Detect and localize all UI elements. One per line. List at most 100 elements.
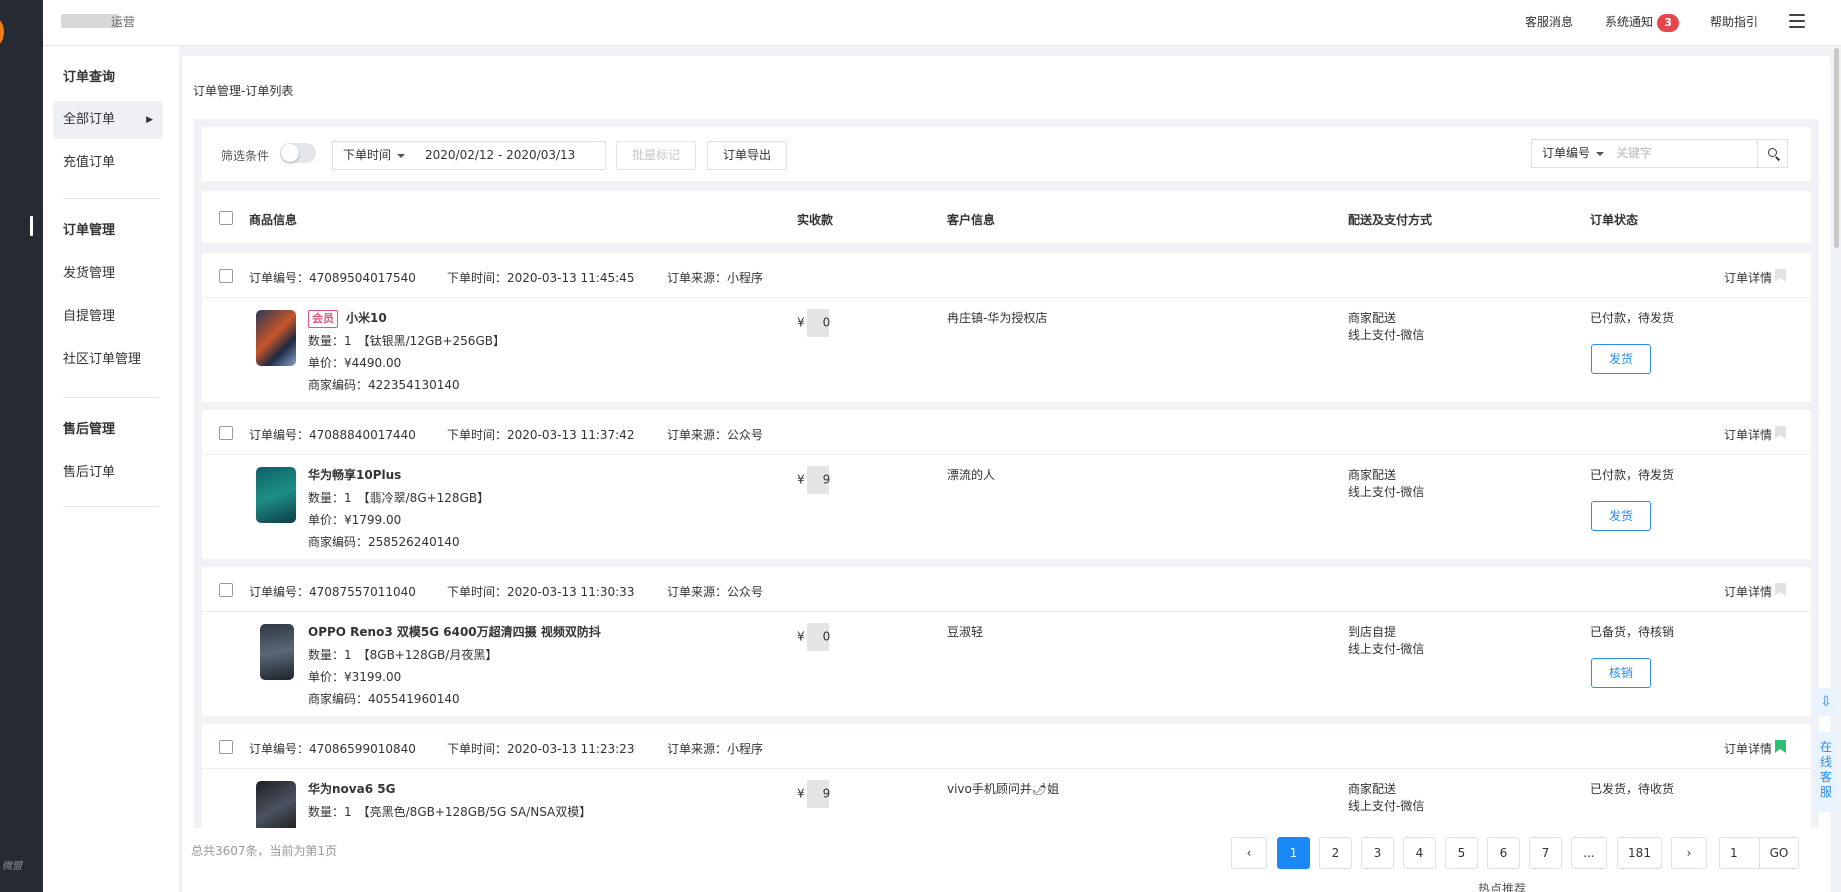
toggle-knob — [281, 144, 299, 162]
online-service-button[interactable]: 在线客服 — [1814, 732, 1838, 812]
order-status: 已付款，待发货 — [1590, 311, 1675, 325]
search-input[interactable]: 关键字 — [1606, 139, 1758, 168]
ship-button[interactable]: 发货 — [1591, 501, 1651, 531]
col-delivery-payment: 配送及支付方式 — [1348, 213, 1433, 227]
order-detail-link[interactable]: 订单详情 — [1724, 426, 1772, 443]
flag-icon[interactable] — [1775, 583, 1786, 596]
flag-icon[interactable] — [1775, 426, 1786, 439]
ship-button[interactable]: 发货 — [1591, 344, 1651, 374]
page-jump-input[interactable]: 1 — [1719, 837, 1759, 869]
page-181[interactable]: 181 — [1617, 837, 1662, 869]
order-number: 订单编号：47088840017440 — [249, 428, 416, 442]
search-button[interactable] — [1757, 139, 1788, 168]
prev-page-button[interactable]: ‹ — [1231, 837, 1267, 869]
col-customer: 客户信息 — [947, 213, 996, 227]
order-row: 订单编号：47087557011040 下单时间：2020-03-13 11:3… — [202, 567, 1811, 716]
nav-item-recharge-orders[interactable]: 充值订单 — [53, 144, 163, 182]
col-paid: 实收款 — [797, 213, 834, 227]
order-header: 订单编号：47086599010840 下单时间：2020-03-13 11:2… — [202, 724, 1811, 769]
table-header: 商品信息 实收款 客户信息 配送及支付方式 订单状态 — [202, 191, 1811, 243]
page-ellipsis[interactable]: ... — [1571, 837, 1607, 869]
product-name[interactable]: OPPO Reno3 双模5G 6400万超清四摄 视频双防抖 — [308, 623, 601, 640]
page-3[interactable]: 3 — [1361, 837, 1394, 869]
page-4[interactable]: 4 — [1403, 837, 1436, 869]
page-go-button[interactable]: GO — [1759, 837, 1799, 869]
order-time: 下单时间：2020-03-13 11:37:42 — [447, 428, 635, 442]
help-link[interactable]: 帮助指引 — [1710, 13, 1758, 30]
system-notice-label: 系统通知 — [1605, 15, 1654, 29]
top-bar: 运营 客服消息 系统通知 3 帮助指引 — [43, 0, 1841, 46]
product-merchant-code: 商家编码：422354130140 — [308, 378, 460, 392]
nav-item-shipping[interactable]: 发货管理 — [53, 255, 163, 293]
page-scrollbar[interactable] — [1834, 48, 1839, 248]
flag-icon[interactable] — [1775, 269, 1786, 282]
order-header: 订单编号：47089504017540 下单时间：2020-03-13 11:4… — [202, 253, 1811, 298]
date-range-input[interactable]: 2020/02/12 - 2020/03/13 — [415, 141, 606, 170]
rail-watermark: 微盟 — [2, 861, 22, 872]
order-detail-link[interactable]: 订单详情 — [1724, 269, 1772, 286]
paid-amount: ¥9 — [797, 780, 830, 808]
page-2[interactable]: 2 — [1319, 837, 1352, 869]
select-all-checkbox[interactable] — [219, 211, 233, 225]
paid-amount-prefix: ¥ — [797, 786, 805, 801]
nav-item-after-sales-orders[interactable]: 售后订单 — [53, 454, 163, 492]
nav-item-community-orders[interactable]: 社区订单管理 — [53, 341, 163, 379]
paid-amount: ¥0 — [797, 309, 830, 337]
col-product: 商品信息 — [249, 213, 298, 227]
order-detail-link[interactable]: 订单详情 — [1724, 740, 1772, 757]
delivery-method: 商家配送 — [1348, 311, 1397, 325]
pagination-bar: 总共3607条，当前为第1页 ‹ 1 2 3 4 5 6 7 ... 181 ›… — [182, 828, 1830, 892]
search-field-select[interactable]: 订单编号 — [1531, 139, 1607, 168]
order-number: 订单编号：47087557011040 — [249, 585, 416, 599]
order-checkbox[interactable] — [219, 740, 233, 754]
time-type-value: 下单时间 — [343, 148, 392, 162]
app-logo[interactable] — [0, 18, 4, 46]
product-image — [256, 467, 296, 523]
order-checkbox[interactable] — [219, 426, 233, 440]
system-notice-link[interactable]: 系统通知 3 — [1605, 13, 1680, 32]
member-tag: 会员 — [308, 309, 338, 328]
filter-toggle[interactable] — [280, 143, 316, 163]
order-row: 订单编号：47089504017540 下单时间：2020-03-13 11:4… — [202, 253, 1811, 402]
nav-item-all-orders[interactable]: 全部订单 ▶ — [53, 101, 163, 139]
nav-item-pickup[interactable]: 自提管理 — [53, 298, 163, 336]
customer-message-link[interactable]: 客服消息 — [1525, 13, 1573, 30]
download-icon[interactable]: ⇩ — [1814, 688, 1838, 716]
order-checkbox[interactable] — [219, 583, 233, 597]
customer-name: 漂流的人 — [947, 468, 996, 482]
product-unit-price: 单价：¥4490.00 — [308, 356, 402, 370]
chevron-down-icon — [397, 153, 406, 158]
product-name-line: 会员 小米10 — [308, 309, 387, 328]
product-quantity: 数量：1 【8GB+128GB/月夜黑】 — [308, 648, 498, 662]
product-image — [260, 624, 294, 680]
paid-amount-prefix: ¥ — [797, 472, 805, 487]
product-name[interactable]: 华为nova6 5G — [308, 780, 395, 797]
payment-method: 线上支付-微信 — [1348, 328, 1425, 342]
menu-icon[interactable] — [1789, 14, 1805, 30]
flag-icon[interactable] — [1775, 740, 1786, 753]
nav-group-after-sales: 售后管理 — [63, 422, 116, 437]
breadcrumb: 订单管理-订单列表 — [193, 84, 294, 98]
paid-amount: ¥9 — [797, 466, 830, 494]
batch-mark-button[interactable]: 批量标记 — [616, 141, 696, 170]
order-row: 订单编号：47088840017440 下单时间：2020-03-13 11:3… — [202, 410, 1811, 559]
product-merchant-code: 商家编码：405541960140 — [308, 692, 460, 706]
order-header: 订单编号：47088840017440 下单时间：2020-03-13 11:3… — [202, 410, 1811, 455]
page-5[interactable]: 5 — [1445, 837, 1478, 869]
export-orders-button[interactable]: 订单导出 — [707, 141, 787, 170]
next-page-button[interactable]: › — [1671, 837, 1707, 869]
nav-divider — [63, 506, 159, 507]
online-service-label: 在线客服 — [1820, 740, 1833, 799]
notice-count-badge: 3 — [1657, 14, 1680, 32]
page-6[interactable]: 6 — [1487, 837, 1520, 869]
order-number: 订单编号：47089504017540 — [249, 271, 416, 285]
product-name[interactable]: 小米10 — [346, 311, 387, 325]
order-checkbox[interactable] — [219, 269, 233, 283]
order-detail-link[interactable]: 订单详情 — [1724, 583, 1772, 600]
page-7[interactable]: 7 — [1529, 837, 1562, 869]
page-1[interactable]: 1 — [1277, 837, 1310, 869]
verify-button[interactable]: 核销 — [1591, 658, 1651, 688]
time-type-select[interactable]: 下单时间 — [332, 141, 416, 170]
payment-method: 线上支付-微信 — [1348, 799, 1425, 813]
product-name[interactable]: 华为畅享10Plus — [308, 466, 401, 483]
